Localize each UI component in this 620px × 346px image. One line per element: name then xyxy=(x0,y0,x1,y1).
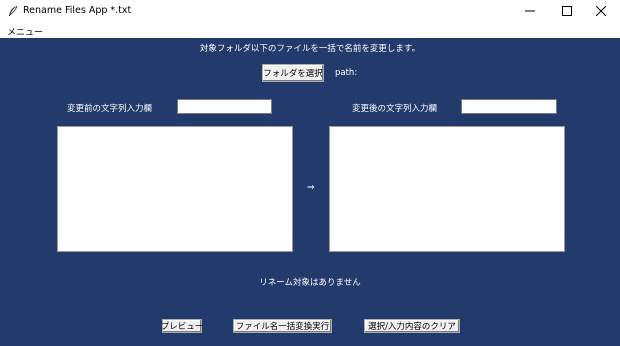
menu-item-menu[interactable]: メニュー xyxy=(7,25,43,38)
close-button[interactable] xyxy=(584,0,618,22)
minimize-icon xyxy=(525,10,535,12)
arrow-icon: ⇒ xyxy=(307,183,315,193)
main-panel: 対象フォルダ以下のファイルを一括で名前を変更します。 フォルダを選択 path:… xyxy=(0,38,620,346)
before-input[interactable] xyxy=(177,99,272,114)
path-label: path: xyxy=(335,68,358,78)
close-icon xyxy=(596,6,606,16)
select-folder-button[interactable]: フォルダを選択 xyxy=(262,64,324,82)
execute-rename-button[interactable]: ファイル名一括変換実行 xyxy=(233,319,332,333)
after-listbox[interactable] xyxy=(329,126,565,252)
menu-bar: メニュー xyxy=(0,22,620,38)
description-text: 対象フォルダ以下のファイルを一括で名前を変更します。 xyxy=(199,44,421,54)
minimize-button[interactable] xyxy=(513,0,547,22)
before-listbox[interactable] xyxy=(57,126,293,252)
clear-button[interactable]: 選択/入力内容のクリア xyxy=(364,319,460,333)
after-input[interactable] xyxy=(461,99,557,114)
after-label: 変更後の文字列入力欄 xyxy=(352,104,438,114)
before-label: 変更前の文字列入力欄 xyxy=(67,104,153,114)
window-title: Rename Files App *.txt xyxy=(23,5,132,16)
feather-icon xyxy=(7,5,19,17)
maximize-button[interactable] xyxy=(550,0,584,22)
preview-button[interactable]: プレビュー xyxy=(161,319,203,333)
status-text: リネーム対象はありません xyxy=(259,278,361,288)
maximize-icon xyxy=(562,6,572,16)
title-bar: Rename Files App *.txt xyxy=(0,0,620,22)
